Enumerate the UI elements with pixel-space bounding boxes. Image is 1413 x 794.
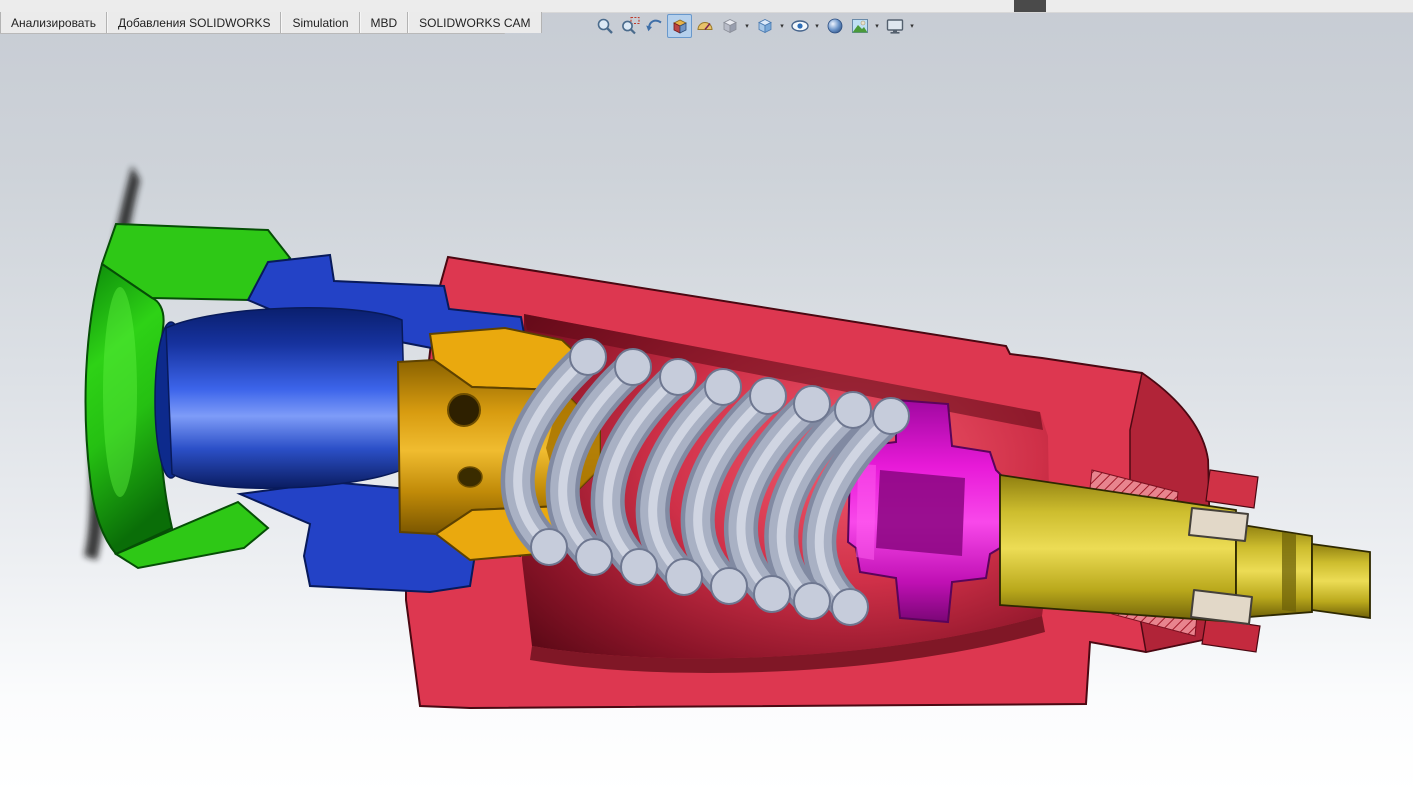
body-step-below-seal: [1201, 617, 1261, 653]
tab-analyze[interactable]: Анализировать: [0, 12, 107, 33]
apply-scene-button[interactable]: [847, 14, 872, 38]
view-settings-button[interactable]: [882, 14, 907, 38]
zoom-to-fit-icon: [597, 18, 613, 34]
zoom-to-fit-button[interactable]: [592, 14, 617, 38]
view-orientation-dropdown-arrow[interactable]: ▾: [742, 14, 752, 38]
command-manager-tabbar: Анализировать Добавления SOLIDWORKS Simu…: [0, 12, 542, 34]
graphics-area[interactable]: [0, 0, 1413, 794]
seal-bottom[interactable]: [1190, 589, 1253, 625]
view-orientation-button[interactable]: [717, 14, 742, 38]
apply-scene-icon: [851, 19, 868, 33]
body-step-above-seal: [1205, 469, 1259, 509]
display-style-dropdown-arrow[interactable]: ▾: [777, 14, 787, 38]
dynamic-annotation-views-button[interactable]: [692, 14, 717, 38]
model-canvas[interactable]: [0, 0, 1413, 794]
menubar-fragment: [1014, 0, 1046, 12]
zoom-to-area-button[interactable]: [617, 14, 642, 38]
view-orientation-icon: [722, 19, 737, 34]
edit-appearance-icon: [827, 18, 842, 34]
piston-hole-lower: [457, 466, 483, 488]
display-style-icon: [757, 19, 772, 34]
end-cap-highlight: [103, 287, 137, 497]
spring-seat-bore: [876, 470, 965, 556]
hide-show-items-icon: [790, 20, 809, 32]
piston-hole[interactable]: [447, 393, 481, 427]
tab-simulation[interactable]: Simulation: [281, 12, 360, 33]
tab-mbd[interactable]: MBD: [359, 12, 409, 33]
tab-solidworks-cam[interactable]: SOLIDWORKS CAM: [408, 12, 542, 33]
previous-view-icon: [645, 19, 662, 32]
zoom-to-area-icon: [621, 16, 640, 35]
dynamic-annotation-views-icon: [696, 22, 713, 30]
fitting-bore-surface[interactable]: [165, 307, 407, 489]
section-view-button[interactable]: [667, 14, 692, 38]
heads-up-toolbar: ▾ ▾ ▾ ▾ ▾: [592, 13, 917, 39]
view-settings-icon: [886, 19, 903, 34]
seal-top[interactable]: [1188, 507, 1249, 542]
stem-tip[interactable]: [1311, 542, 1371, 620]
stem-groove: [1282, 532, 1296, 612]
apply-scene-dropdown-arrow[interactable]: ▾: [872, 14, 882, 38]
edit-appearance-button[interactable]: [822, 14, 847, 38]
hide-show-items-dropdown-arrow[interactable]: ▾: [812, 14, 822, 38]
section-view-icon: [672, 19, 687, 34]
previous-view-button[interactable]: [642, 14, 667, 38]
view-settings-dropdown-arrow[interactable]: ▾: [907, 14, 917, 38]
tab-solidworks-addins[interactable]: Добавления SOLIDWORKS: [106, 12, 282, 33]
display-style-button[interactable]: [752, 14, 777, 38]
hide-show-items-button[interactable]: [787, 14, 812, 38]
spring-seat-highlight: [856, 464, 876, 560]
